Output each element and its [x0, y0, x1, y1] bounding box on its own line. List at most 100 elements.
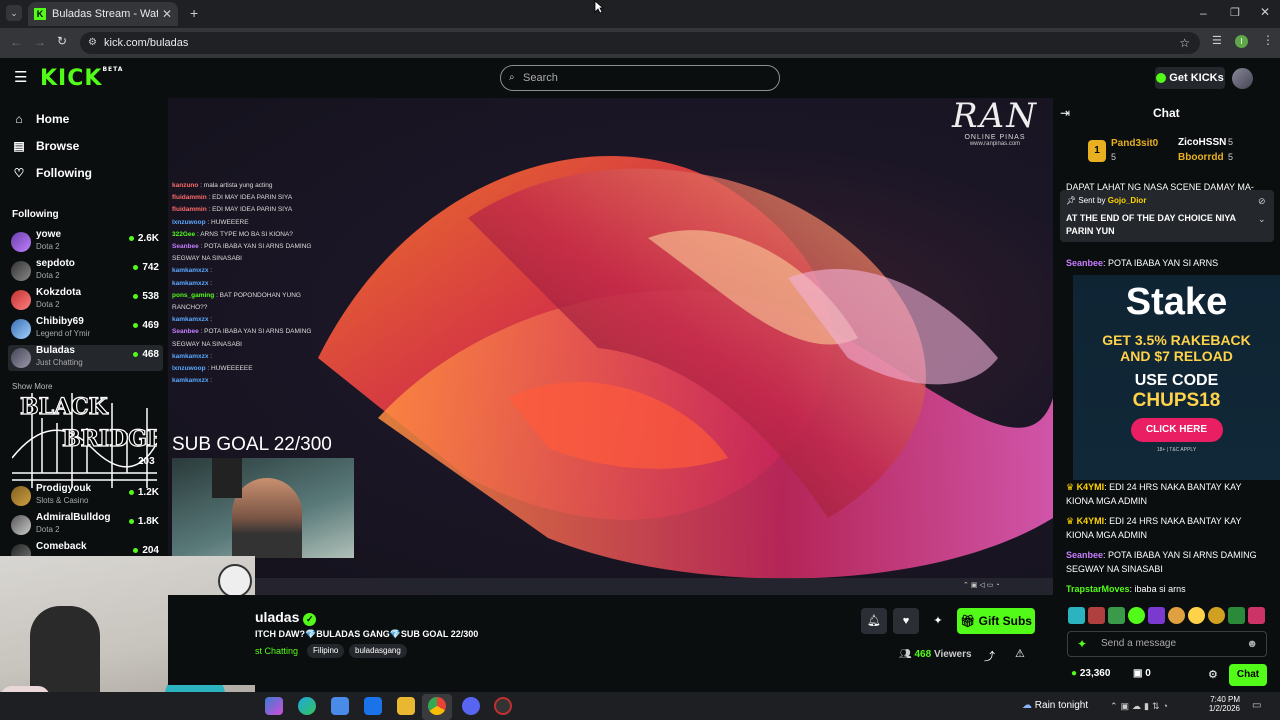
mail-icon[interactable] [364, 697, 382, 715]
leader-name[interactable]: Pand3sit0 [1111, 138, 1158, 149]
logo-text: KICK [40, 66, 103, 91]
emoji-icon[interactable]: ☻ [1246, 632, 1258, 656]
search-input[interactable]: ⌕ Search [500, 65, 780, 91]
followed-channel-active[interactable]: Buladas Just Chatting 468 [8, 345, 163, 371]
get-kicks-button[interactable]: Get KICKs [1155, 67, 1225, 89]
new-tab-button[interactable]: + [190, 5, 198, 21]
overlay-chat-text: : [208, 316, 213, 324]
forward-icon[interactable]: → [34, 35, 46, 49]
unpin-icon[interactable]: ⊘ [1258, 196, 1266, 207]
overlay-chat-line: lxnzuwoop : HUWEEERE [172, 217, 312, 229]
restore-icon[interactable]: ❐ [1230, 6, 1240, 19]
followed-channel[interactable]: yowe Dota 2 2.6K [8, 229, 163, 255]
followed-channel[interactable]: AdmiralBulldog Dota 2 1.8K [8, 512, 163, 538]
menu-kebab-icon[interactable]: ⋮ [1262, 33, 1274, 47]
streamer-name[interactable]: uladas ✓ [255, 609, 317, 626]
followed-channel[interactable]: sepdoto Dota 2 742 [8, 258, 163, 284]
sidebar-item-following[interactable]: ♡ Following [12, 166, 92, 180]
user-avatar[interactable] [1232, 68, 1253, 89]
channel-category: Slots & Casino [36, 496, 89, 505]
gift-counter[interactable]: ▣ 0 [1133, 668, 1151, 679]
leader-name[interactable]: ZicoHSSN [1178, 137, 1226, 148]
ran-logo-text: RAN [952, 98, 1038, 136]
black-bridge-line2: BRIDGE [62, 426, 157, 452]
sidebar-item-browse[interactable]: ▤ Browse [12, 139, 79, 153]
chat-message-input[interactable]: ✦ Send a message ☻ [1067, 631, 1267, 657]
emote-icon[interactable] [1228, 607, 1245, 624]
emote-icon[interactable] [1088, 607, 1105, 624]
profile-icon[interactable]: I [1235, 35, 1248, 48]
sidebar-item-home[interactable]: ⌂ Home [12, 112, 69, 126]
emote-icon[interactable] [1248, 607, 1265, 624]
reload-icon[interactable]: ↻ [57, 34, 67, 48]
overlay-chat-line: fluidammin : EDI MAY IDEA PARIN SIYA [172, 192, 312, 204]
overlay-chat-username: kamkamxzx [172, 279, 209, 287]
notification-bell-button[interactable]: 🔔︎ [861, 608, 887, 634]
tag-buladasgang[interactable]: buladasgang [349, 644, 407, 658]
followed-channel[interactable]: Kokzdota Dota 2 538 [8, 287, 163, 313]
stream-category[interactable]: st Chatting [255, 646, 298, 656]
chat-settings-icon[interactable]: ⚙ [1208, 668, 1218, 681]
chevron-down-icon[interactable]: ⌄ [1258, 214, 1266, 225]
notifications-icon[interactable]: ▭ [1252, 700, 1261, 711]
emote-icon[interactable] [1208, 607, 1225, 624]
followed-channel[interactable]: Chibiby69 Legend of Ymir 469 [8, 316, 163, 342]
gift-subs-button[interactable]: 🎁︎ Gift Subs [957, 608, 1035, 634]
copilot-icon[interactable] [265, 697, 283, 715]
edge-icon[interactable] [298, 697, 316, 715]
tag-filipino[interactable]: Filipino [307, 644, 345, 658]
collapse-chat-icon[interactable]: ⇥ [1060, 106, 1070, 120]
ran-online-logo: RAN ONLINE PINAS www.ranpinas.com [940, 98, 1050, 147]
tab-list-icon[interactable]: ⌄ [6, 5, 22, 21]
chat-username[interactable]: Seanbee [1066, 258, 1103, 268]
overlay-chat-line: lxnzuwoop : HUWEEEEEE [172, 363, 312, 375]
system-tray-icons[interactable]: ⌃▣☁▮⇅◔ [1110, 701, 1171, 712]
sidebar-item-label: Following [36, 166, 92, 180]
stake-ad[interactable]: Stake GET 3.5% RAKEBACK AND $7 RELOAD US… [1073, 275, 1280, 480]
emote-icon[interactable] [1128, 607, 1145, 624]
bookmark-star-icon[interactable]: ☆ [1179, 32, 1190, 54]
close-window-icon[interactable]: ✕ [1260, 5, 1270, 19]
rank-badge: 1 [1088, 140, 1106, 162]
emote-icon[interactable] [1188, 607, 1205, 624]
extensions-icon[interactable]: ☰ [1212, 34, 1222, 47]
overlay-chat-text: : mala artista yung acting [198, 182, 273, 189]
file-explorer-icon[interactable] [397, 697, 415, 715]
channel-category: Dota 2 [36, 242, 60, 251]
click-here-button[interactable]: CLICK HERE [1130, 418, 1223, 442]
close-tab-icon[interactable]: ✕ [162, 7, 172, 21]
overlay-chat-text: : [208, 352, 213, 360]
leader-name[interactable]: Bboorrdd [1178, 152, 1224, 163]
back-icon[interactable]: ← [10, 35, 22, 49]
share-icon[interactable]: ⤴ [984, 648, 995, 664]
chat-message: ♛ K4YMI: EDI 24 HRS NAKA BANTAY KAY KION… [1066, 482, 1242, 506]
boost-button[interactable]: ✦ [925, 608, 951, 634]
video-progress-strip[interactable] [168, 578, 1053, 595]
clock[interactable]: 7:40 PM 1/2/2026 [1205, 695, 1240, 713]
weather-widget[interactable]: ☁ Rain tonight [1022, 700, 1088, 711]
follow-heart-button[interactable]: ♥ [893, 608, 919, 634]
pinned-message[interactable]: 📌︎ Sent by Gojo_Dior AT THE END OF THE D… [1060, 190, 1274, 242]
emote-icon[interactable] [1068, 607, 1085, 624]
obs-icon[interactable] [494, 697, 512, 715]
overlay-chat-line: kamkamxzx : [172, 314, 312, 326]
minimize-icon[interactable]: – [1200, 6, 1207, 20]
browser-tab[interactable]: K Buladas Stream - Watch Live o ✕ [28, 2, 178, 26]
chat-username[interactable]: K4YMI [1077, 516, 1105, 526]
chat-username[interactable]: K4YMI [1077, 482, 1105, 492]
chat-username[interactable]: Seanbee [1066, 550, 1103, 560]
site-info-icon[interactable]: ⚙ [88, 32, 97, 54]
report-icon[interactable]: ⚠ [1015, 647, 1025, 660]
store-icon[interactable] [331, 697, 349, 715]
hamburger-menu-icon[interactable]: ☰ [14, 68, 27, 86]
kick-logo[interactable]: KICKBETA [40, 66, 123, 91]
emote-icon[interactable] [1108, 607, 1125, 624]
chat-username[interactable]: TrapstarMoves [1066, 584, 1130, 594]
emote-icon[interactable] [1168, 607, 1185, 624]
discord-icon[interactable] [462, 697, 480, 715]
chrome-icon[interactable] [428, 697, 446, 715]
ad-code: CHUPS18 [1132, 390, 1221, 411]
emote-icon[interactable] [1148, 607, 1165, 624]
url-field[interactable]: ⚙ kick.com/buladas ☆ [80, 32, 1200, 54]
chat-send-button[interactable]: Chat [1229, 664, 1267, 686]
